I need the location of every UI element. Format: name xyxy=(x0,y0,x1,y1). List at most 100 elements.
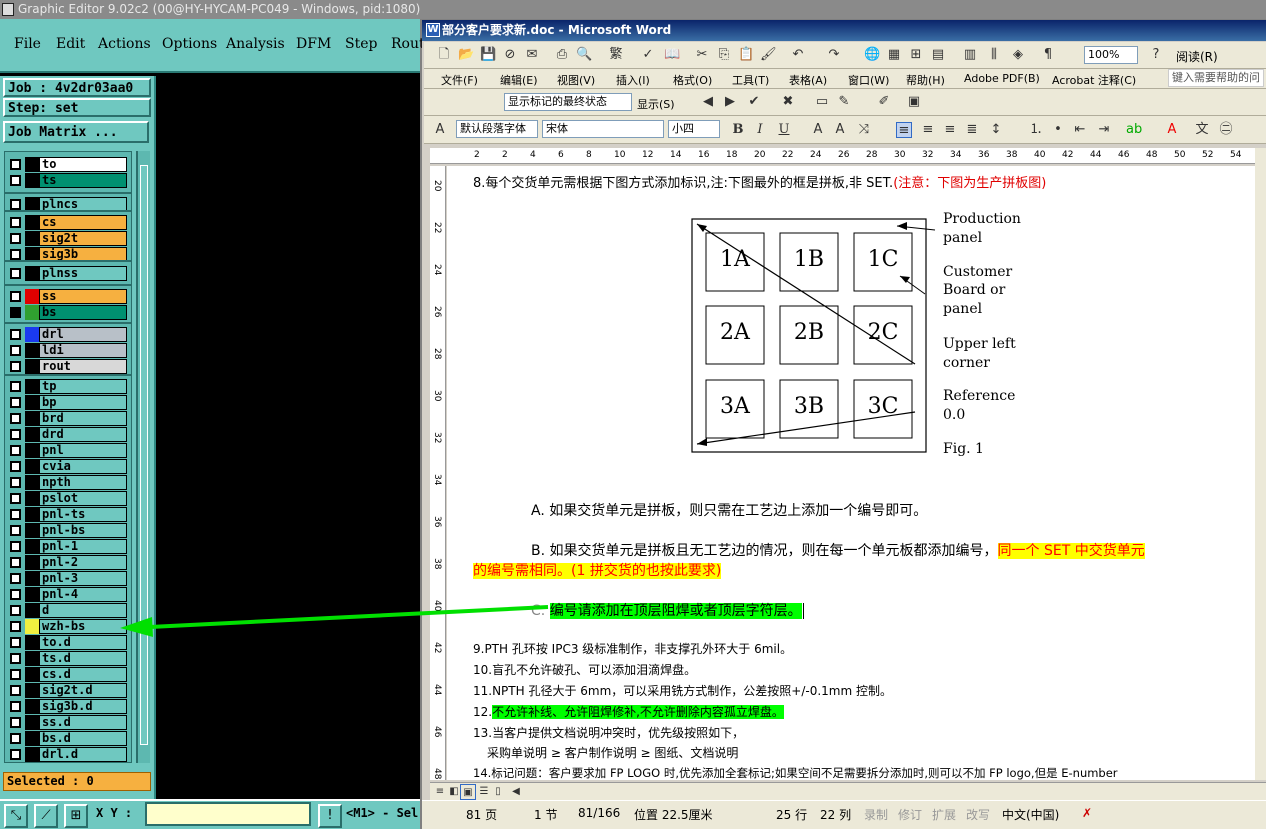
layer-row-pnl-ts[interactable]: pnl-ts xyxy=(5,506,131,522)
layer-color-swatch[interactable] xyxy=(25,343,39,358)
layer-color-swatch[interactable] xyxy=(25,667,39,682)
layer-checkbox[interactable] xyxy=(10,445,21,456)
layer-name[interactable]: rout xyxy=(39,359,127,374)
menu-edit[interactable]: Edit xyxy=(56,36,85,52)
print-icon[interactable]: ⎙ xyxy=(554,47,570,63)
hyperlink-icon[interactable]: 🌐 xyxy=(864,47,880,63)
menu-format[interactable]: 格式(O) xyxy=(673,72,712,88)
layer-color-swatch[interactable] xyxy=(25,635,39,650)
show-button[interactable]: 显示(S) xyxy=(637,96,675,112)
layer-row-to.d[interactable]: to.d xyxy=(5,634,131,650)
layer-color-swatch[interactable] xyxy=(25,539,39,554)
menu-dfm[interactable]: DFM xyxy=(296,36,331,52)
menu-rout[interactable]: Rout xyxy=(391,36,425,52)
font-color-icon[interactable]: A xyxy=(1164,122,1180,138)
zoom-combo[interactable]: 100% xyxy=(1084,46,1138,64)
layer-row-pnl[interactable]: pnl xyxy=(5,442,131,458)
style-combo[interactable]: 默认段落字体 xyxy=(456,120,538,138)
layer-name[interactable]: sig2t xyxy=(39,231,127,246)
layer-row-ts.d[interactable]: ts.d xyxy=(5,650,131,666)
menu-file[interactable]: 文件(F) xyxy=(441,72,478,88)
vertical-ruler[interactable]: 20 22 24 26 28 30 32 34 36 38 40 42 44 46 48 xyxy=(430,166,446,780)
menu-table[interactable]: 表格(A) xyxy=(789,72,827,88)
layer-name[interactable]: pnl-2 xyxy=(39,555,127,570)
layer-color-swatch[interactable] xyxy=(25,266,39,281)
layer-checkbox[interactable] xyxy=(10,509,21,520)
align-right-icon[interactable]: ≡ xyxy=(942,122,958,138)
layer-row-plnss[interactable]: plnss xyxy=(5,265,131,281)
decrease-indent-icon[interactable]: ⇤ xyxy=(1072,122,1088,138)
reviewing-pane-icon[interactable]: ▣ xyxy=(906,94,922,110)
layer-color-swatch[interactable] xyxy=(25,715,39,730)
help-icon[interactable]: ? xyxy=(1148,47,1164,63)
layer-checkbox[interactable] xyxy=(10,159,21,170)
menu-window[interactable]: 窗口(W) xyxy=(848,72,889,88)
menu-view[interactable]: 视图(V) xyxy=(557,72,595,88)
xy-input[interactable] xyxy=(145,802,311,826)
menu-actions[interactable]: Actions xyxy=(98,36,151,52)
layer-name[interactable]: pnl-4 xyxy=(39,587,127,602)
cut-icon[interactable]: ✂ xyxy=(694,47,710,63)
layer-checkbox[interactable] xyxy=(10,291,21,302)
layer-row-rout[interactable]: rout xyxy=(5,358,131,374)
layer-checkbox[interactable] xyxy=(10,701,21,712)
layer-checkbox[interactable] xyxy=(10,461,21,472)
layer-checkbox[interactable] xyxy=(10,605,21,616)
drawing-icon[interactable]: ⫼ xyxy=(986,47,1002,63)
layer-row-sig2t[interactable]: sig2t xyxy=(5,230,131,246)
job-matrix-button[interactable]: Job Matrix ... xyxy=(3,121,149,143)
highlight-icon[interactable]: ✎ xyxy=(836,94,852,110)
layer-checkbox[interactable] xyxy=(10,307,21,318)
layer-color-swatch[interactable] xyxy=(25,587,39,602)
snap-grid-icon[interactable]: ⊞ xyxy=(64,804,88,828)
warning-icon[interactable]: ! xyxy=(318,804,342,828)
layer-row-sig3b.d[interactable]: sig3b.d xyxy=(5,698,131,714)
layer-name[interactable]: ts.d xyxy=(39,651,127,666)
status-extend[interactable]: 扩展 xyxy=(932,806,956,823)
layer-color-swatch[interactable] xyxy=(25,555,39,570)
layer-color-swatch[interactable] xyxy=(25,683,39,698)
menu-tools[interactable]: 工具(T) xyxy=(732,72,769,88)
layer-row-pnl-3[interactable]: pnl-3 xyxy=(5,570,131,586)
layer-color-swatch[interactable] xyxy=(25,619,39,634)
spelling-status-icon[interactable]: ✗ xyxy=(1082,806,1092,820)
menu-help[interactable]: 帮助(H) xyxy=(906,72,945,88)
scroll-left-icon[interactable]: ◀ xyxy=(508,784,524,800)
layer-row-sig2t.d[interactable]: sig2t.d xyxy=(5,682,131,698)
comment-icon[interactable]: ▭ xyxy=(814,94,830,110)
font-combo[interactable]: 宋体 xyxy=(542,120,664,138)
layer-name[interactable]: plnss xyxy=(39,266,127,281)
layer-name[interactable]: ldi xyxy=(39,343,127,358)
measure-icon[interactable]: ⟋ xyxy=(34,804,58,828)
menu-step[interactable]: Step xyxy=(345,36,377,52)
highlight-color-icon[interactable]: ab xyxy=(1126,122,1142,138)
menu-acrobat-comments[interactable]: Acrobat 注释(C) xyxy=(1052,72,1136,88)
layer-name[interactable]: tp xyxy=(39,379,127,394)
layer-name[interactable]: drl xyxy=(39,327,127,342)
layer-color-swatch[interactable] xyxy=(25,289,39,304)
increase-indent-icon[interactable]: ⇥ xyxy=(1096,122,1112,138)
layer-row-to[interactable]: to xyxy=(5,156,131,172)
layer-row-tp[interactable]: tp xyxy=(5,378,131,394)
layer-name[interactable]: pnl xyxy=(39,443,127,458)
layer-name[interactable]: sig3b.d xyxy=(39,699,127,714)
menu-file[interactable]: File xyxy=(14,36,41,52)
layer-row-pslot[interactable]: pslot xyxy=(5,490,131,506)
layer-color-swatch[interactable] xyxy=(25,507,39,522)
menu-adobe-pdf[interactable]: Adobe PDF(B) xyxy=(964,72,1040,85)
size-combo[interactable]: 小四 xyxy=(668,120,720,138)
layer-row-pnl-bs[interactable]: pnl-bs xyxy=(5,522,131,538)
layer-color-swatch[interactable] xyxy=(25,571,39,586)
menu-insert[interactable]: 插入(I) xyxy=(616,72,650,88)
layer-checkbox[interactable] xyxy=(10,717,21,728)
insert-table-icon[interactable]: ⊞ xyxy=(908,47,924,63)
layer-checkbox[interactable] xyxy=(10,199,21,210)
layer-checkbox[interactable] xyxy=(10,477,21,488)
layer-name[interactable]: pnl-bs xyxy=(39,523,127,538)
layer-row-drl.d[interactable]: drl.d xyxy=(5,746,131,762)
layer-row-ts[interactable]: ts xyxy=(5,172,131,188)
track-changes-icon[interactable]: ✐ xyxy=(876,94,892,110)
layer-color-swatch[interactable] xyxy=(25,395,39,410)
layer-row-bp[interactable]: bp xyxy=(5,394,131,410)
layer-row-pnl-4[interactable]: pnl-4 xyxy=(5,586,131,602)
